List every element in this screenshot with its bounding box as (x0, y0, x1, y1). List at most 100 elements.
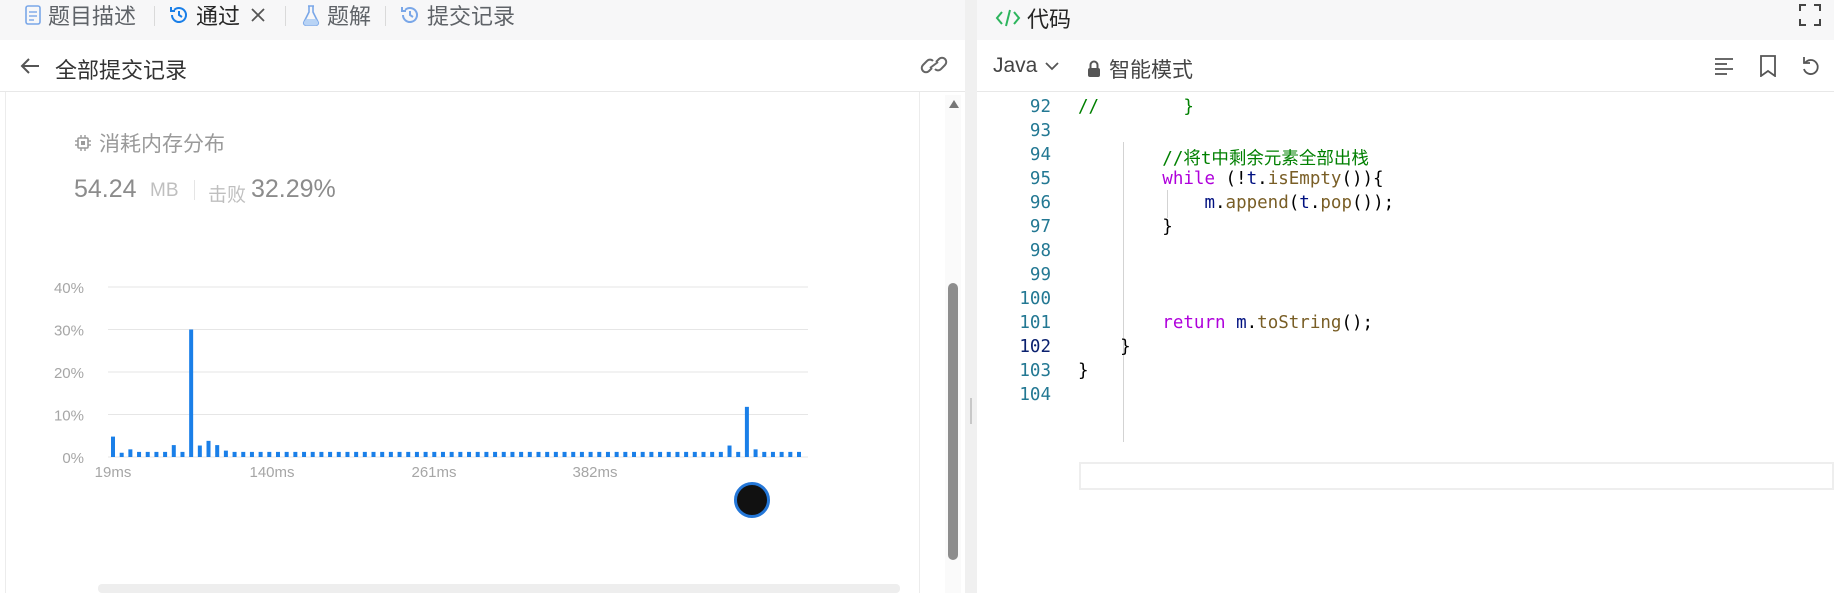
bar[interactable] (345, 451, 350, 457)
bar[interactable] (432, 451, 437, 457)
bar[interactable] (649, 451, 654, 457)
bar[interactable] (788, 451, 793, 457)
bar[interactable] (284, 451, 289, 457)
code-editor[interactable]: 92// } 93 94 //将t中剩余元素全部出栈 95 while (!t.isE… (977, 92, 1834, 593)
bar[interactable] (588, 451, 593, 457)
bar[interactable] (692, 451, 697, 457)
bar[interactable] (371, 451, 376, 457)
bar[interactable] (701, 451, 706, 457)
bar[interactable] (605, 451, 610, 457)
horizontal-scrollbar[interactable] (98, 584, 900, 593)
fullscreen-icon[interactable] (1799, 4, 1821, 26)
bar[interactable] (197, 445, 202, 457)
bar[interactable] (684, 451, 689, 457)
bar[interactable] (328, 451, 333, 457)
tab-submissions[interactable]: 提交记录 (399, 0, 515, 30)
bar[interactable] (623, 451, 628, 457)
bar[interactable] (449, 451, 454, 457)
bar[interactable] (553, 451, 558, 457)
bar[interactable] (727, 445, 732, 457)
bar[interactable] (770, 451, 775, 457)
bar[interactable] (527, 451, 532, 457)
bar[interactable] (137, 451, 142, 457)
bar[interactable] (484, 451, 489, 457)
link-icon[interactable] (920, 52, 948, 78)
language-selector[interactable]: Java (993, 54, 1059, 78)
panel-splitter[interactable] (965, 0, 977, 593)
bar[interactable] (718, 451, 723, 457)
bar[interactable] (215, 445, 220, 457)
bar[interactable] (467, 451, 472, 457)
bar[interactable] (145, 451, 150, 457)
bar[interactable] (189, 329, 194, 458)
bar[interactable] (710, 451, 715, 457)
bar[interactable] (797, 451, 801, 457)
bar[interactable] (510, 451, 515, 457)
bar[interactable] (380, 451, 385, 457)
code-line[interactable]: 104 (977, 382, 1834, 410)
bar[interactable] (536, 451, 541, 457)
bar[interactable] (440, 451, 445, 457)
bar[interactable] (249, 451, 254, 457)
bar[interactable] (501, 451, 506, 457)
bar[interactable] (163, 451, 168, 457)
bar[interactable] (579, 451, 584, 457)
bar[interactable] (571, 451, 576, 457)
bar[interactable] (640, 451, 645, 457)
bar[interactable] (458, 451, 463, 457)
bar[interactable] (232, 451, 237, 457)
bar[interactable] (267, 451, 272, 457)
bar[interactable] (362, 451, 367, 457)
bar[interactable] (128, 449, 133, 457)
bar[interactable] (675, 451, 680, 457)
splitter-grip[interactable] (970, 398, 972, 424)
close-icon[interactable] (250, 7, 266, 23)
bar[interactable] (597, 451, 602, 457)
floating-assistant-button[interactable] (734, 482, 770, 518)
bar[interactable] (562, 451, 567, 457)
tab-solutions[interactable]: 题解 (301, 0, 371, 30)
bar[interactable] (475, 451, 480, 457)
bar[interactable] (354, 451, 359, 457)
vertical-scrollbar-thumb[interactable] (948, 283, 958, 560)
bar[interactable] (319, 451, 324, 457)
bar[interactable] (241, 451, 246, 457)
bar[interactable] (171, 445, 176, 457)
bar[interactable] (414, 451, 419, 457)
bar[interactable] (423, 451, 428, 457)
arrow-left-icon[interactable] (18, 54, 42, 78)
bar[interactable] (111, 436, 115, 457)
bar[interactable] (545, 451, 550, 457)
bar[interactable] (736, 451, 741, 457)
bar[interactable] (762, 451, 767, 457)
bar[interactable] (180, 451, 185, 457)
bar[interactable] (310, 451, 315, 457)
bar[interactable] (258, 451, 263, 457)
bar[interactable] (336, 451, 341, 457)
bar[interactable] (293, 451, 298, 457)
bar[interactable] (406, 451, 411, 457)
bar[interactable] (632, 451, 637, 457)
bar[interactable] (397, 451, 402, 457)
bookmark-icon[interactable] (1759, 55, 1777, 77)
bar[interactable] (744, 406, 749, 457)
bar[interactable] (119, 452, 124, 457)
bar[interactable] (614, 451, 619, 457)
bar[interactable] (779, 451, 784, 457)
bar[interactable] (519, 451, 524, 457)
bar[interactable] (493, 451, 498, 457)
bar[interactable] (388, 451, 393, 457)
reset-icon[interactable] (1800, 55, 1822, 77)
tab-accepted[interactable]: 通过 (168, 0, 272, 30)
bar[interactable] (302, 451, 307, 457)
scroll-up-arrow-icon[interactable] (949, 100, 959, 108)
bar[interactable] (206, 440, 211, 457)
bar[interactable] (658, 451, 663, 457)
bar[interactable] (154, 451, 159, 457)
code-tab[interactable]: 代码 (995, 2, 1071, 34)
tab-description[interactable]: 题目描述 (24, 0, 136, 30)
bar[interactable] (223, 450, 228, 457)
format-icon[interactable] (1713, 55, 1735, 77)
bar[interactable] (666, 451, 671, 457)
bar[interactable] (753, 449, 758, 457)
